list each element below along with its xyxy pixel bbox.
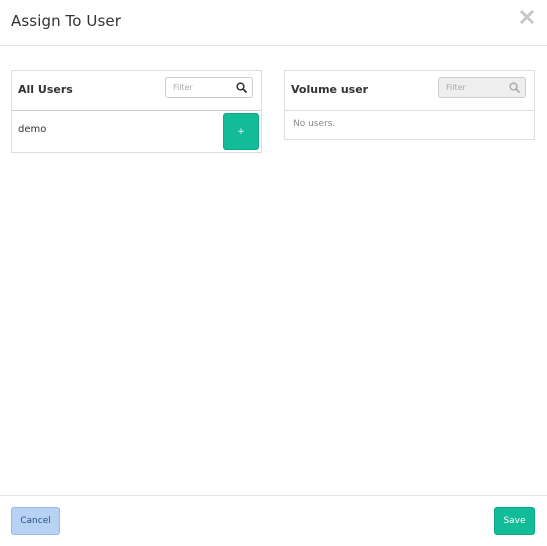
empty-state-text: No users. [293,119,336,129]
user-list-item: demo + [12,111,261,153]
all-users-title: All Users [18,83,73,96]
add-user-button[interactable]: + [223,113,259,150]
close-icon[interactable] [519,9,535,25]
user-name: demo [18,124,47,135]
all-users-filter [165,77,253,98]
volume-user-panel-header: Volume user [285,71,534,111]
all-users-filter-input[interactable] [166,78,234,97]
search-icon [509,82,520,93]
modal-footer: Cancel Save [0,495,547,546]
modal-header: Assign To User [0,0,547,46]
cancel-button[interactable]: Cancel [11,507,60,535]
all-users-panel-header: All Users [12,71,261,111]
volume-user-title: Volume user [291,83,369,96]
search-icon[interactable] [236,82,247,93]
assign-user-modal: Assign To User All Users demo + [0,0,547,546]
volume-user-filter [438,77,526,98]
all-users-panel: All Users demo + [11,70,262,153]
volume-user-filter-input[interactable] [439,78,507,97]
volume-user-panel: Volume user No users. [284,70,535,140]
modal-title: Assign To User [11,12,122,30]
save-button[interactable]: Save [494,507,535,535]
